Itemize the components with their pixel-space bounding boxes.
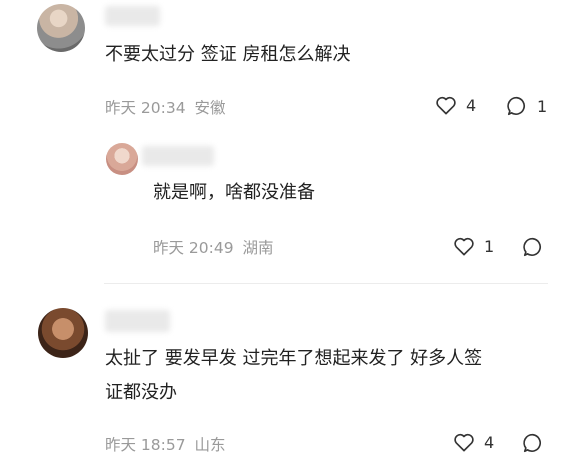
like-count: 4 [466,95,477,115]
comment-location: 山东 [194,436,226,454]
speech-bubble-icon [522,236,544,258]
heart-outline-icon [453,236,475,256]
comment-text: 就是啊，啥都没准备 [153,182,315,203]
like-button[interactable]: 4 [453,432,494,452]
like-button[interactable]: 4 [435,95,476,115]
comment-time: 昨天 18:57 [105,436,186,454]
comment-text: 不要太过分 签证 房租怎么解决 [105,44,351,65]
comment-meta: 昨天 18:57 山东 [105,433,226,455]
like-count: 1 [484,236,495,256]
heart-outline-icon [435,95,457,115]
username-blurred[interactable] [105,6,160,26]
comment-location: 安徽 [194,99,226,117]
reply-button[interactable]: 1 [506,95,547,117]
comment-location: 湖南 [242,239,274,257]
username-blurred[interactable] [105,310,170,332]
reply-button[interactable] [522,432,544,454]
comment-3: 太扯了 要发早发 过完年了想起来发了 好多人签 证都没办 昨天 18:57 山东… [0,296,562,461]
avatar[interactable] [37,4,85,52]
reply-button[interactable] [522,236,544,258]
comment-time: 昨天 20:49 [153,239,234,257]
avatar[interactable] [106,143,138,175]
comment-meta: 昨天 20:34 安徽 [105,96,226,118]
comment-meta: 昨天 20:49 湖南 [153,236,274,258]
speech-bubble-icon [506,95,528,117]
comment-text-line-1: 太扯了 要发早发 过完年了想起来发了 好多人签 [105,348,483,369]
username-blurred[interactable] [142,146,214,166]
heart-outline-icon [453,432,475,452]
avatar[interactable] [38,308,88,358]
comment-time: 昨天 20:34 [105,99,186,117]
comment-text-line-2: 证都没办 [105,382,177,403]
speech-bubble-icon [522,432,544,454]
comment-reply: 就是啊，啥都没准备 昨天 20:49 湖南 1 [0,130,562,280]
comment-1: 不要太过分 签证 房租怎么解决 昨天 20:34 安徽 4 1 [0,0,562,130]
divider [104,283,548,284]
like-count: 4 [484,432,495,452]
like-button[interactable]: 1 [453,236,494,256]
reply-count: 1 [537,96,548,116]
